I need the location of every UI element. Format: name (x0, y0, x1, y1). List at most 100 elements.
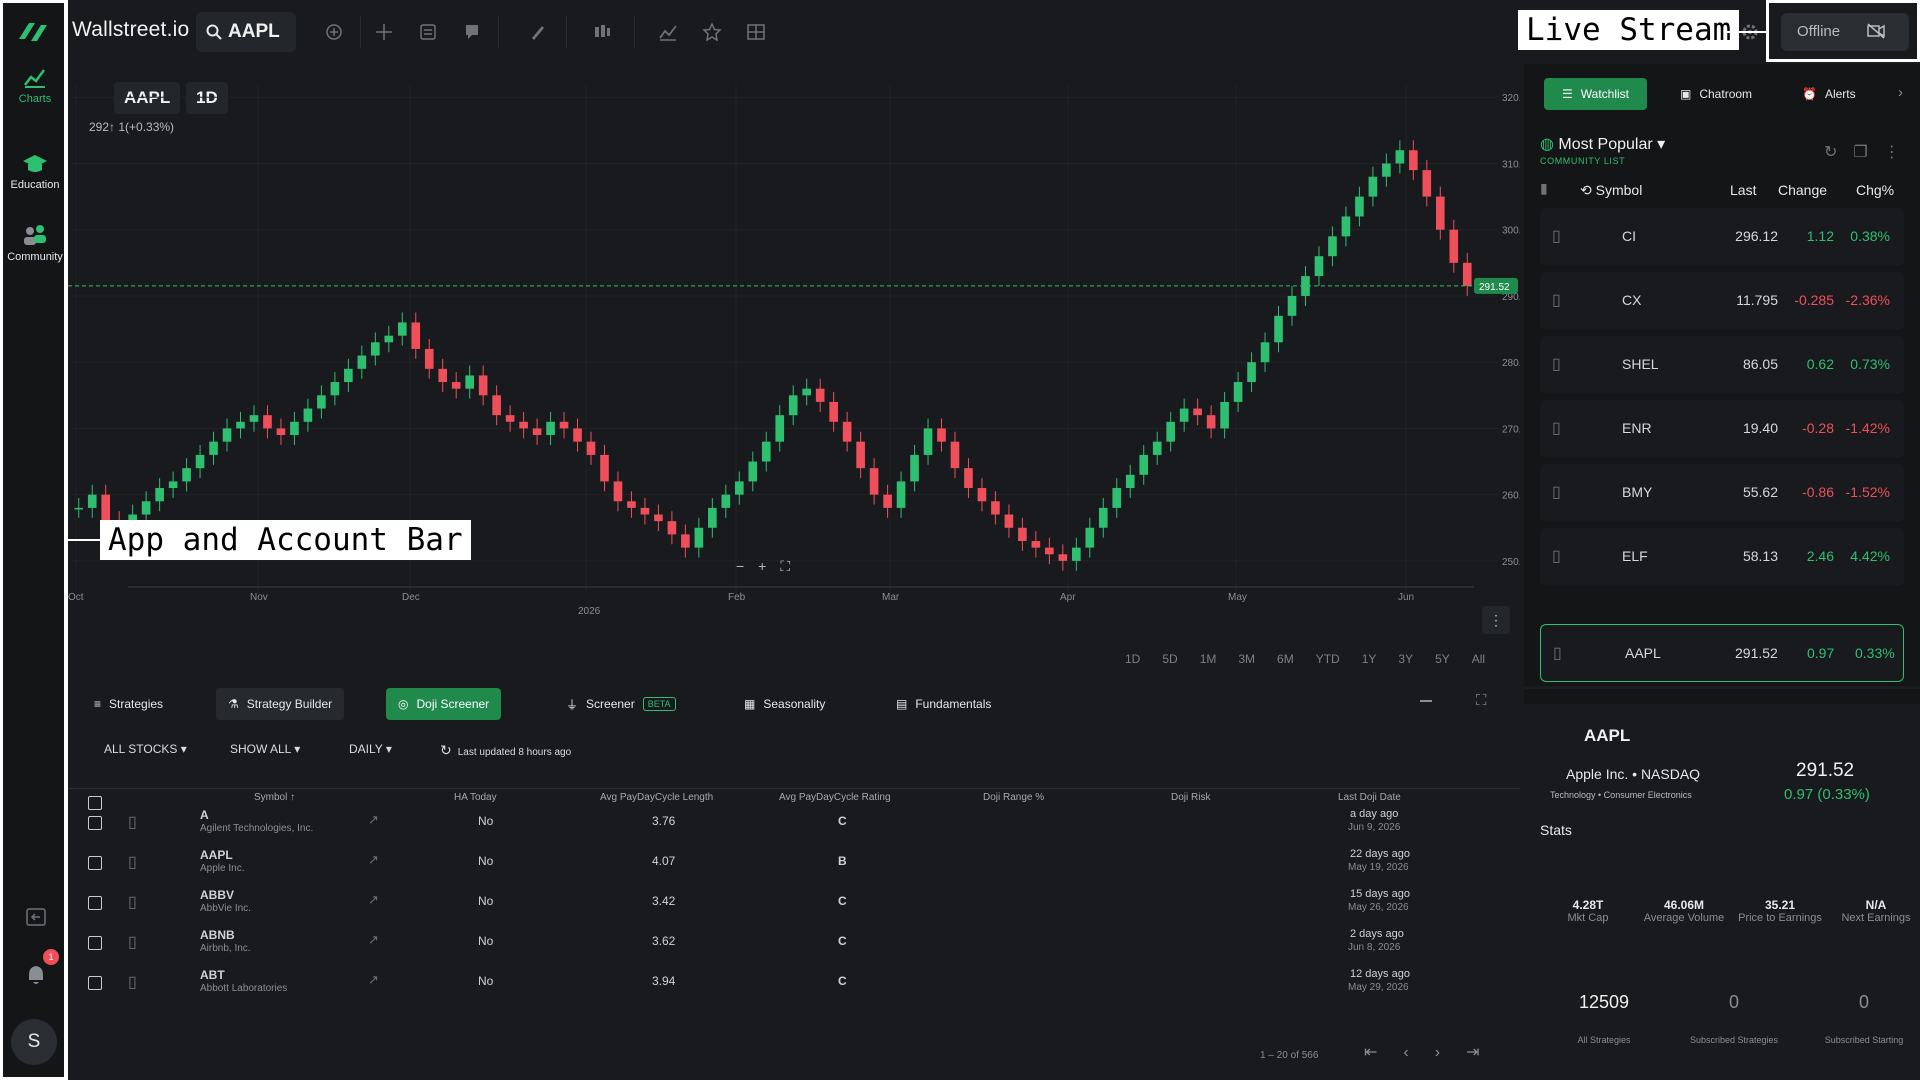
brush-icon[interactable] (528, 22, 548, 42)
stream-status-offline[interactable]: Offline (1766, 0, 1920, 62)
tab-screener[interactable]: ⏚ Screener BETA (554, 688, 688, 720)
tab-alerts[interactable]: ⏰ Alerts (1784, 78, 1874, 110)
bookmark-icon[interactable]: ▯ (128, 812, 137, 832)
wl-col-last[interactable]: Last (1730, 182, 1756, 198)
wl-col-change[interactable]: Change (1778, 182, 1827, 198)
row-symbol[interactable]: AAPL (200, 848, 233, 862)
range-option[interactable]: 5D (1162, 652, 1177, 666)
row-checkbox[interactable] (88, 976, 102, 990)
list-title[interactable]: ◍ Most Popular ▾ (1540, 134, 1665, 154)
bell-icon[interactable] (25, 963, 47, 987)
bookmark-icon[interactable]: ▯ (1552, 418, 1561, 438)
strategy-count-box[interactable]: 0 Subscribed Strategies (1674, 970, 1794, 1070)
open-chart-icon[interactable]: ↗ (368, 892, 379, 908)
table-row[interactable]: ▯ ABBV AbbVie Inc. ↗ No 3.42 C 15 days a… (68, 882, 1520, 922)
range-option[interactable]: 6M (1277, 652, 1294, 666)
table-row[interactable]: ▯ ABT Abbott Laboratories ↗ No 3.94 C 12… (68, 962, 1520, 1002)
open-chart-icon[interactable]: ↗ (368, 852, 379, 868)
minimize-icon[interactable] (1420, 700, 1432, 702)
flag-icon[interactable] (462, 22, 482, 42)
row-checkbox[interactable] (88, 896, 102, 910)
expand-icon[interactable]: ⛶ (1476, 692, 1487, 709)
open-chart-icon[interactable]: ↗ (368, 812, 379, 828)
bookmark-icon[interactable]: ▯ (1552, 226, 1561, 246)
grid-layout-icon[interactable] (746, 22, 766, 42)
table-row[interactable]: ▯ ABNB Airbnb, Inc. ↗ No 3.62 C 2 days a… (68, 922, 1520, 962)
watchlist-row[interactable]: ▯ BMY 55.62 -0.86 -1.52% (1540, 464, 1904, 522)
watchlist-row[interactable]: ▯ ENR 19.40 -0.28 -1.42% (1540, 400, 1904, 458)
row-checkbox[interactable] (88, 816, 102, 830)
strategy-count-box[interactable]: 12509 All Strategies (1544, 970, 1664, 1070)
row-checkbox[interactable] (88, 856, 102, 870)
candles-icon[interactable] (592, 22, 612, 42)
tab-strategies[interactable]: ≡ Strategies (82, 688, 175, 720)
bookmark-icon[interactable]: ▯ (128, 892, 137, 912)
nav-charts[interactable]: Charts (3, 65, 67, 105)
chart-menu-button[interactable]: ⋮ (1482, 606, 1510, 634)
zoom-controls[interactable]: −+⛶ (736, 558, 804, 575)
search-symbol: AAPL (228, 21, 280, 42)
table-row[interactable]: ▯ AAPL Apple Inc. ↗ No 4.07 B 22 days ag… (68, 842, 1520, 882)
range-option[interactable]: 3M (1238, 652, 1255, 666)
bookmark-icon[interactable]: ▯ (128, 972, 137, 992)
range-selector[interactable]: 1D 5D 1M 3M 6M YTD 1Y 3Y 5Y All (1125, 650, 1507, 668)
list-actions[interactable]: ↻❐⋮ (1824, 142, 1916, 162)
watchlist-row[interactable]: ▯ ELF 58.13 2.46 4.42% (1540, 528, 1904, 586)
x-tick-label: Feb (728, 592, 746, 603)
chevron-right-icon[interactable]: › (1898, 84, 1903, 101)
y-tick-label: 280.00 (1502, 358, 1520, 369)
bookmark-icon[interactable]: ▯ (1552, 482, 1561, 502)
row-symbol[interactable]: ABBV (200, 888, 234, 902)
wl-col-symbol[interactable]: ⟲ Symbol (1580, 182, 1642, 199)
nav-education[interactable]: Education (3, 153, 67, 191)
wl-col-chgpct[interactable]: Chg% (1856, 182, 1894, 198)
candle-body (290, 421, 299, 436)
row-symbol[interactable]: ABNB (200, 928, 235, 942)
watchlist-row[interactable]: ▯ CI 296.12 1.12 0.38% (1540, 208, 1904, 266)
bookmark-icon[interactable]: ▯ (1552, 546, 1561, 566)
open-chart-icon[interactable]: ↗ (368, 972, 379, 988)
collapse-icon[interactable] (25, 907, 47, 927)
watchlist-row-selected[interactable]: ▯ AAPL 291.52 0.97 0.33% (1540, 624, 1904, 682)
stocks-filter[interactable]: ALL STOCKS ▾ (104, 742, 187, 756)
star-icon[interactable] (702, 22, 722, 42)
avatar[interactable]: S (11, 1019, 57, 1065)
row-checkbox[interactable] (88, 936, 102, 950)
range-option[interactable]: YTD (1316, 652, 1340, 666)
bookmark-icon[interactable]: ▯ (128, 932, 137, 952)
add-indicator-icon[interactable] (324, 22, 344, 42)
indicators-icon[interactable] (658, 22, 678, 42)
tab-chatroom[interactable]: ▣ Chatroom (1662, 78, 1770, 110)
bookmark-icon[interactable]: ▯ (1553, 643, 1562, 663)
row-symbol[interactable]: ABT (200, 968, 225, 982)
range-option[interactable]: 5Y (1435, 652, 1450, 666)
tab-fundamentals[interactable]: ▤ Fundamentals (884, 688, 1003, 720)
row-symbol[interactable]: A (200, 808, 209, 822)
open-chart-icon[interactable]: ↗ (368, 932, 379, 948)
range-option[interactable]: 1D (1125, 652, 1140, 666)
bookmark-icon[interactable]: ▯ (1552, 354, 1561, 374)
pagination-controls[interactable]: ⇤‹›⇥ (1364, 1042, 1505, 1062)
symbol-search[interactable]: AAPL (196, 12, 296, 52)
range-option[interactable]: 1Y (1362, 652, 1377, 666)
strategy-count-box[interactable]: 0 Subscribed Starting (1804, 970, 1920, 1070)
table-row[interactable]: ▯ A Agilent Technologies, Inc. ↗ No 3.76… (68, 802, 1520, 842)
tab-doji-screener[interactable]: ◎ Doji Screener (386, 688, 502, 720)
period-filter[interactable]: DAILY ▾ (349, 742, 392, 756)
range-option[interactable]: All (1472, 652, 1485, 666)
refresh-icon[interactable]: ↻ (440, 742, 452, 758)
watchlist-row[interactable]: ▯ SHEL 86.05 0.62 0.73% (1540, 336, 1904, 394)
crosshair-icon[interactable] (374, 22, 394, 42)
bookmark-icon[interactable]: ▯ (128, 852, 137, 872)
nav-community[interactable]: Community (3, 223, 67, 263)
candle-body (438, 368, 448, 383)
show-filter[interactable]: SHOW ALL ▾ (230, 742, 300, 756)
calculator-icon[interactable] (418, 22, 438, 42)
range-option[interactable]: 3Y (1398, 652, 1413, 666)
tab-strategy-builder[interactable]: ⚗ Strategy Builder (216, 688, 345, 720)
tab-seasonality[interactable]: ▦ Seasonality (732, 688, 837, 720)
watchlist-row[interactable]: ▯ CX 11.795 -0.285 -2.36% (1540, 272, 1904, 330)
tab-watchlist[interactable]: ☰ Watchlist (1544, 78, 1647, 110)
range-option[interactable]: 1M (1200, 652, 1217, 666)
bookmark-icon[interactable]: ▯ (1552, 290, 1561, 310)
